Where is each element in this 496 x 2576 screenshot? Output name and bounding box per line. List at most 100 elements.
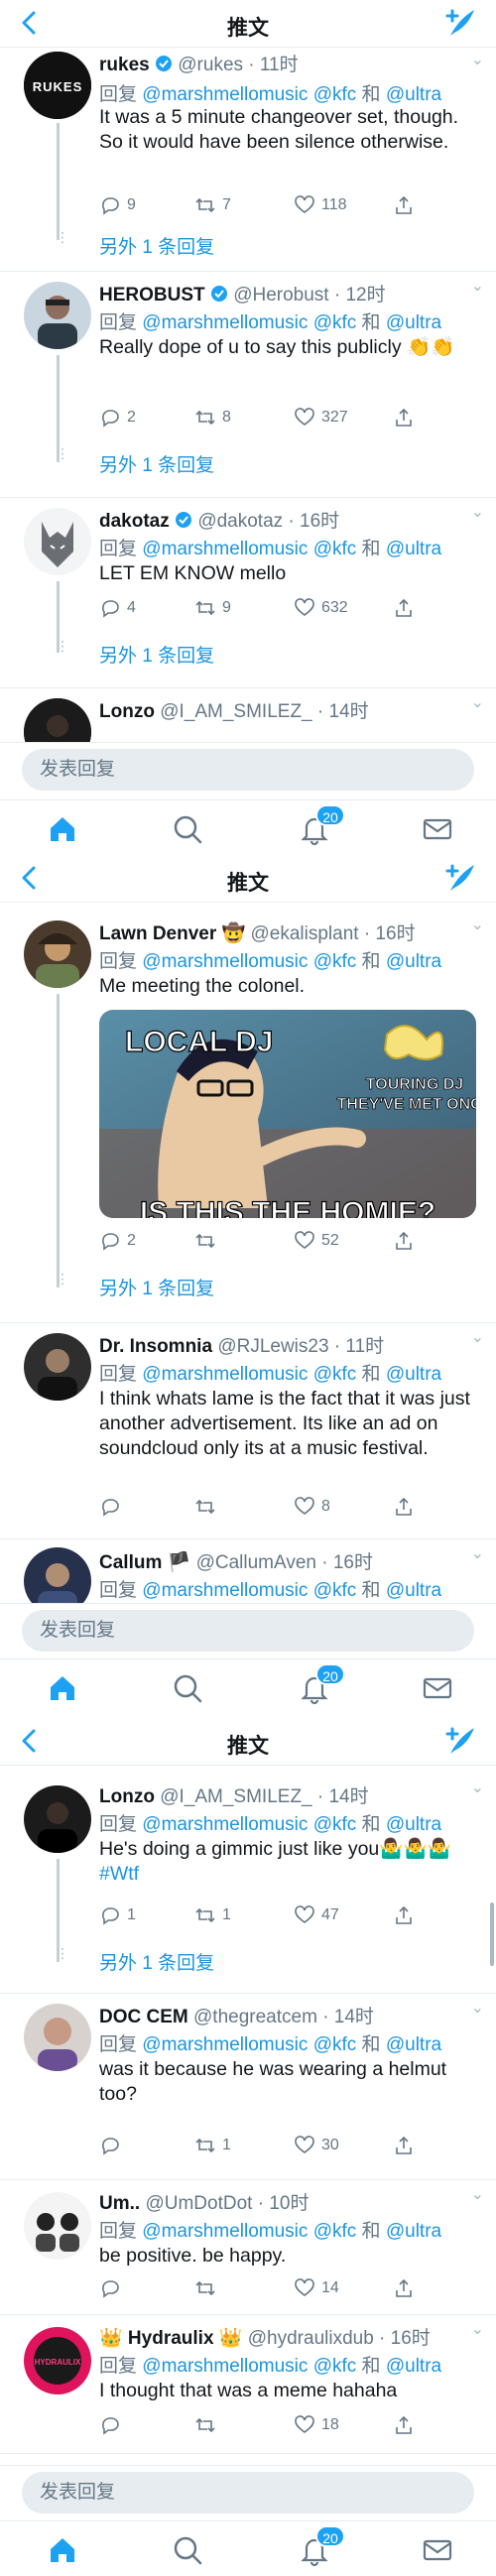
mention-link[interactable]: @kfc bbox=[313, 1580, 357, 1601]
avatar[interactable] bbox=[24, 2004, 91, 2071]
messages-icon[interactable] bbox=[421, 1671, 454, 1705]
mention-link[interactable]: @ultra bbox=[386, 2034, 441, 2055]
like-button[interactable]: 118 bbox=[294, 194, 347, 216]
mention-link[interactable]: @marshmellomusic bbox=[142, 539, 308, 559]
mention-link[interactable]: @kfc bbox=[313, 312, 357, 333]
display-name[interactable]: Lawn Denver 🤠 bbox=[99, 923, 245, 944]
retweet-button[interactable] bbox=[194, 2277, 222, 2299]
mention-link[interactable]: @ultra bbox=[386, 951, 441, 972]
like-button[interactable]: 30 bbox=[294, 2135, 339, 2156]
hashtag-link[interactable]: #Wtf bbox=[99, 1863, 139, 1885]
search-icon[interactable] bbox=[171, 2533, 204, 2567]
tweet[interactable]: Lawn Denver 🤠 @ekalisplant · 16时 ⌄ 回复 @m… bbox=[0, 911, 496, 1323]
reply-input[interactable]: 发表回复 bbox=[22, 2472, 474, 2514]
tweet[interactable]: Dr. Insomnia @RJLewis23 · 11时 ⌄ 回复 @mars… bbox=[0, 1323, 496, 1539]
display-name[interactable]: rukes bbox=[99, 55, 150, 75]
chevron-down-icon[interactable]: ⌄ bbox=[471, 50, 484, 69]
like-button[interactable]: 14 bbox=[294, 2277, 339, 2299]
like-button[interactable]: 327 bbox=[294, 407, 348, 429]
mention-link[interactable]: @ultra bbox=[386, 312, 441, 333]
mention-link[interactable]: @kfc bbox=[313, 539, 357, 559]
mention-link[interactable]: @marshmellomusic bbox=[142, 312, 308, 333]
reply-button[interactable] bbox=[99, 2135, 127, 2156]
avatar[interactable]: RUKES bbox=[24, 52, 91, 119]
compose-icon[interactable] bbox=[444, 1724, 478, 1758]
avatar[interactable] bbox=[24, 920, 91, 988]
home-icon[interactable] bbox=[46, 2533, 79, 2567]
more-replies-link[interactable]: 另外 1 条回复 bbox=[99, 641, 214, 668]
share-button[interactable] bbox=[393, 2414, 415, 2436]
reply-input[interactable]: 发表回复 bbox=[22, 1610, 474, 1652]
chevron-down-icon[interactable]: ⌄ bbox=[471, 2184, 484, 2204]
home-icon[interactable] bbox=[46, 1671, 79, 1705]
chevron-down-icon[interactable]: ⌄ bbox=[471, 502, 484, 522]
retweet-button[interactable] bbox=[194, 1496, 222, 1518]
like-button[interactable]: 52 bbox=[294, 1230, 339, 1252]
reply-button[interactable]: 2 bbox=[99, 407, 136, 429]
search-icon[interactable] bbox=[171, 1671, 204, 1705]
tweet[interactable]: RUKES rukes @rukes · 11时 ⌄ 回复 @marshmell… bbox=[0, 48, 496, 272]
share-button[interactable] bbox=[393, 2277, 415, 2299]
like-button[interactable]: 18 bbox=[294, 2414, 339, 2436]
display-name[interactable]: HEROBUST bbox=[99, 285, 205, 306]
avatar[interactable] bbox=[24, 508, 91, 575]
mention-link[interactable]: @marshmellomusic bbox=[142, 1580, 308, 1601]
chevron-down-icon[interactable]: ⌄ bbox=[471, 1998, 484, 2018]
notifications-icon[interactable]: 20 bbox=[298, 2525, 345, 2567]
mention-link[interactable]: @kfc bbox=[313, 2356, 357, 2377]
mention-link[interactable]: @marshmellomusic bbox=[142, 1364, 308, 1385]
chevron-down-icon[interactable]: ⌄ bbox=[471, 1543, 484, 1563]
like-button[interactable]: 8 bbox=[294, 1496, 330, 1518]
display-name[interactable]: dakotaz bbox=[99, 511, 170, 532]
more-replies-link[interactable]: 另外 1 条回复 bbox=[99, 450, 214, 477]
tweet[interactable]: Callum 🏴 @CallumAven · 16时 ⌄ 回复 @marshme… bbox=[0, 1539, 496, 1603]
mention-link[interactable]: @kfc bbox=[313, 1814, 357, 1835]
chevron-down-icon[interactable]: ⌄ bbox=[471, 1327, 484, 1347]
like-button[interactable]: 632 bbox=[294, 597, 348, 619]
mention-link[interactable]: @ultra bbox=[386, 1364, 441, 1385]
mention-link[interactable]: @kfc bbox=[313, 951, 357, 972]
tweet[interactable]: DOC CEM @thegreatcem · 14时 ⌄ 回复 @marshme… bbox=[0, 1994, 496, 2180]
share-button[interactable] bbox=[393, 1904, 415, 1926]
messages-icon[interactable] bbox=[421, 812, 454, 846]
display-name[interactable]: 👑 Hydraulix 👑 bbox=[99, 2328, 242, 2349]
avatar[interactable] bbox=[24, 1333, 91, 1401]
share-button[interactable] bbox=[393, 597, 415, 619]
display-name[interactable]: Lonzo bbox=[99, 1786, 155, 1807]
chevron-down-icon[interactable]: ⌄ bbox=[471, 1778, 484, 1797]
display-name[interactable]: DOC CEM bbox=[99, 2007, 188, 2027]
mention-link[interactable]: @marshmellomusic bbox=[142, 1814, 308, 1835]
tweet[interactable]: Lonzo @I_AM_SMILEZ_ · 14时 ⌄ 回复 @marshmel… bbox=[0, 1774, 496, 1994]
display-name[interactable]: Dr. Insomnia bbox=[99, 1336, 212, 1357]
tweet[interactable]: dakotaz @dakotaz · 16时 ⌄ 回复 @marshmellom… bbox=[0, 498, 496, 688]
notifications-icon[interactable]: 20 bbox=[298, 1663, 345, 1705]
compose-icon[interactable] bbox=[444, 861, 478, 895]
chevron-down-icon[interactable]: ⌄ bbox=[471, 692, 484, 712]
share-button[interactable] bbox=[393, 194, 415, 216]
compose-icon[interactable] bbox=[444, 6, 478, 40]
avatar[interactable] bbox=[24, 282, 91, 349]
mention-link[interactable]: @marshmellomusic bbox=[142, 951, 308, 972]
share-button[interactable] bbox=[393, 1230, 415, 1252]
mention-link[interactable]: @kfc bbox=[313, 2034, 357, 2055]
mention-link[interactable]: @ultra bbox=[386, 539, 441, 559]
retweet-button[interactable] bbox=[194, 2414, 222, 2436]
retweet-button[interactable]: 1 bbox=[194, 1904, 231, 1926]
more-replies-link[interactable]: 另外 1 条回复 bbox=[99, 1274, 214, 1300]
mention-link[interactable]: @marshmellomusic bbox=[142, 2034, 308, 2055]
retweet-button[interactable] bbox=[194, 1230, 222, 1252]
reply-button[interactable]: 2 bbox=[99, 1230, 136, 1252]
reply-button[interactable]: 9 bbox=[99, 194, 136, 216]
retweet-button[interactable]: 1 bbox=[194, 2135, 231, 2156]
share-button[interactable] bbox=[393, 2135, 415, 2156]
mention-link[interactable]: @kfc bbox=[313, 2221, 357, 2242]
avatar[interactable] bbox=[24, 1785, 91, 1853]
like-button[interactable]: 47 bbox=[294, 1904, 339, 1926]
reply-button[interactable]: 1 bbox=[99, 1904, 136, 1926]
home-icon[interactable] bbox=[46, 812, 79, 846]
reply-button[interactable]: 4 bbox=[99, 597, 136, 619]
display-name[interactable]: Lonzo bbox=[99, 701, 155, 722]
share-button[interactable] bbox=[393, 1496, 415, 1518]
reply-button[interactable] bbox=[99, 2414, 127, 2436]
mention-link[interactable]: @marshmellomusic bbox=[142, 2221, 308, 2242]
